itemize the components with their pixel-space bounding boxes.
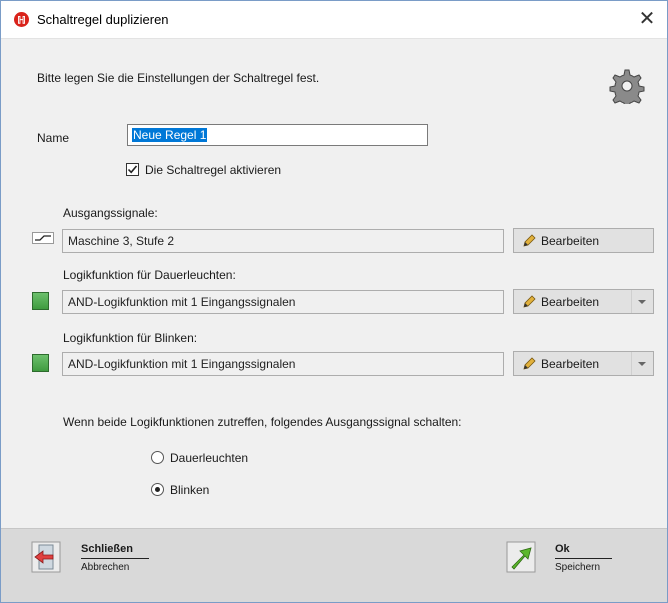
steady-field: AND-Logikfunktion mit 1 Eingangssignalen	[62, 290, 504, 314]
close-button-sublabel: Abbrechen	[81, 562, 130, 573]
steady-dropdown-toggle[interactable]	[631, 290, 653, 313]
activate-label: Die Schaltregel aktivieren	[145, 163, 282, 177]
steady-edit-button[interactable]: Bearbeiten	[513, 289, 654, 314]
close-button-label: Schließen	[81, 543, 133, 555]
blink-edit-label: Bearbeiten	[541, 357, 600, 371]
steady-status-icon	[32, 292, 49, 310]
ok-divider	[555, 558, 612, 559]
exit-door-icon	[31, 541, 61, 573]
radio-blink-label: Blinken	[170, 483, 210, 497]
dialog-window: ℍ Schaltregel duplizieren ✕ Bitte legen …	[0, 0, 668, 603]
output-edit-button[interactable]: Bearbeiten	[513, 228, 654, 253]
steady-edit-label: Bearbeiten	[541, 295, 600, 309]
intro-text: Bitte legen Sie die Einstellungen der Sc…	[37, 71, 320, 85]
radio-steady[interactable]	[151, 451, 164, 464]
app-logo-icon: ℍ	[14, 12, 29, 27]
ok-button-sublabel: Speichern	[555, 562, 601, 573]
checkmark-icon	[127, 165, 138, 174]
pencil-icon	[523, 357, 536, 370]
blink-dropdown-toggle[interactable]	[631, 352, 653, 375]
ok-save-button[interactable]: Ok Speichern	[506, 539, 626, 589]
blink-status-icon	[32, 354, 49, 372]
chevron-down-icon	[638, 300, 646, 304]
close-button[interactable]: ✕	[627, 1, 667, 39]
footer-bar: Schließen Abbrechen Ok Speichern	[1, 528, 667, 602]
radio-steady-label: Dauerleuchten	[170, 451, 249, 465]
window-title: Schaltregel duplizieren	[37, 12, 169, 27]
pencil-icon	[523, 234, 536, 247]
output-field: Maschine 3, Stufe 2	[62, 229, 504, 253]
steady-label: Logikfunktion für Dauerleuchten:	[63, 268, 236, 282]
pencil-icon	[523, 295, 536, 308]
chevron-down-icon	[638, 362, 646, 366]
name-label: Name	[37, 131, 70, 145]
radio-blink[interactable]	[151, 483, 164, 496]
output-label: Ausgangssignale:	[63, 206, 158, 220]
close-cancel-button[interactable]: Schließen Abbrechen	[31, 539, 161, 589]
svg-text:ℍ: ℍ	[17, 16, 26, 27]
blink-label: Logikfunktion für Blinken:	[63, 331, 198, 345]
output-edit-label: Bearbeiten	[541, 234, 600, 248]
activate-checkbox[interactable]	[126, 163, 139, 176]
ok-button-label: Ok	[555, 543, 570, 555]
blink-field: AND-Logikfunktion mit 1 Eingangssignalen	[62, 352, 504, 376]
signal-switch-icon	[32, 232, 54, 244]
name-input[interactable]: Neue Regel 1	[127, 124, 428, 146]
name-input-value: Neue Regel 1	[132, 128, 208, 142]
radio-selected-dot	[155, 487, 160, 492]
gear-icon	[609, 69, 645, 104]
title-bar: ℍ Schaltregel duplizieren ✕	[1, 1, 667, 39]
close-divider	[81, 558, 149, 559]
both-instruction: Wenn beide Logikfunktionen zutreffen, fo…	[63, 415, 462, 429]
dialog-content: Bitte legen Sie die Einstellungen der Sc…	[1, 40, 667, 528]
blink-edit-button[interactable]: Bearbeiten	[513, 351, 654, 376]
arrow-up-right-icon	[506, 541, 536, 573]
